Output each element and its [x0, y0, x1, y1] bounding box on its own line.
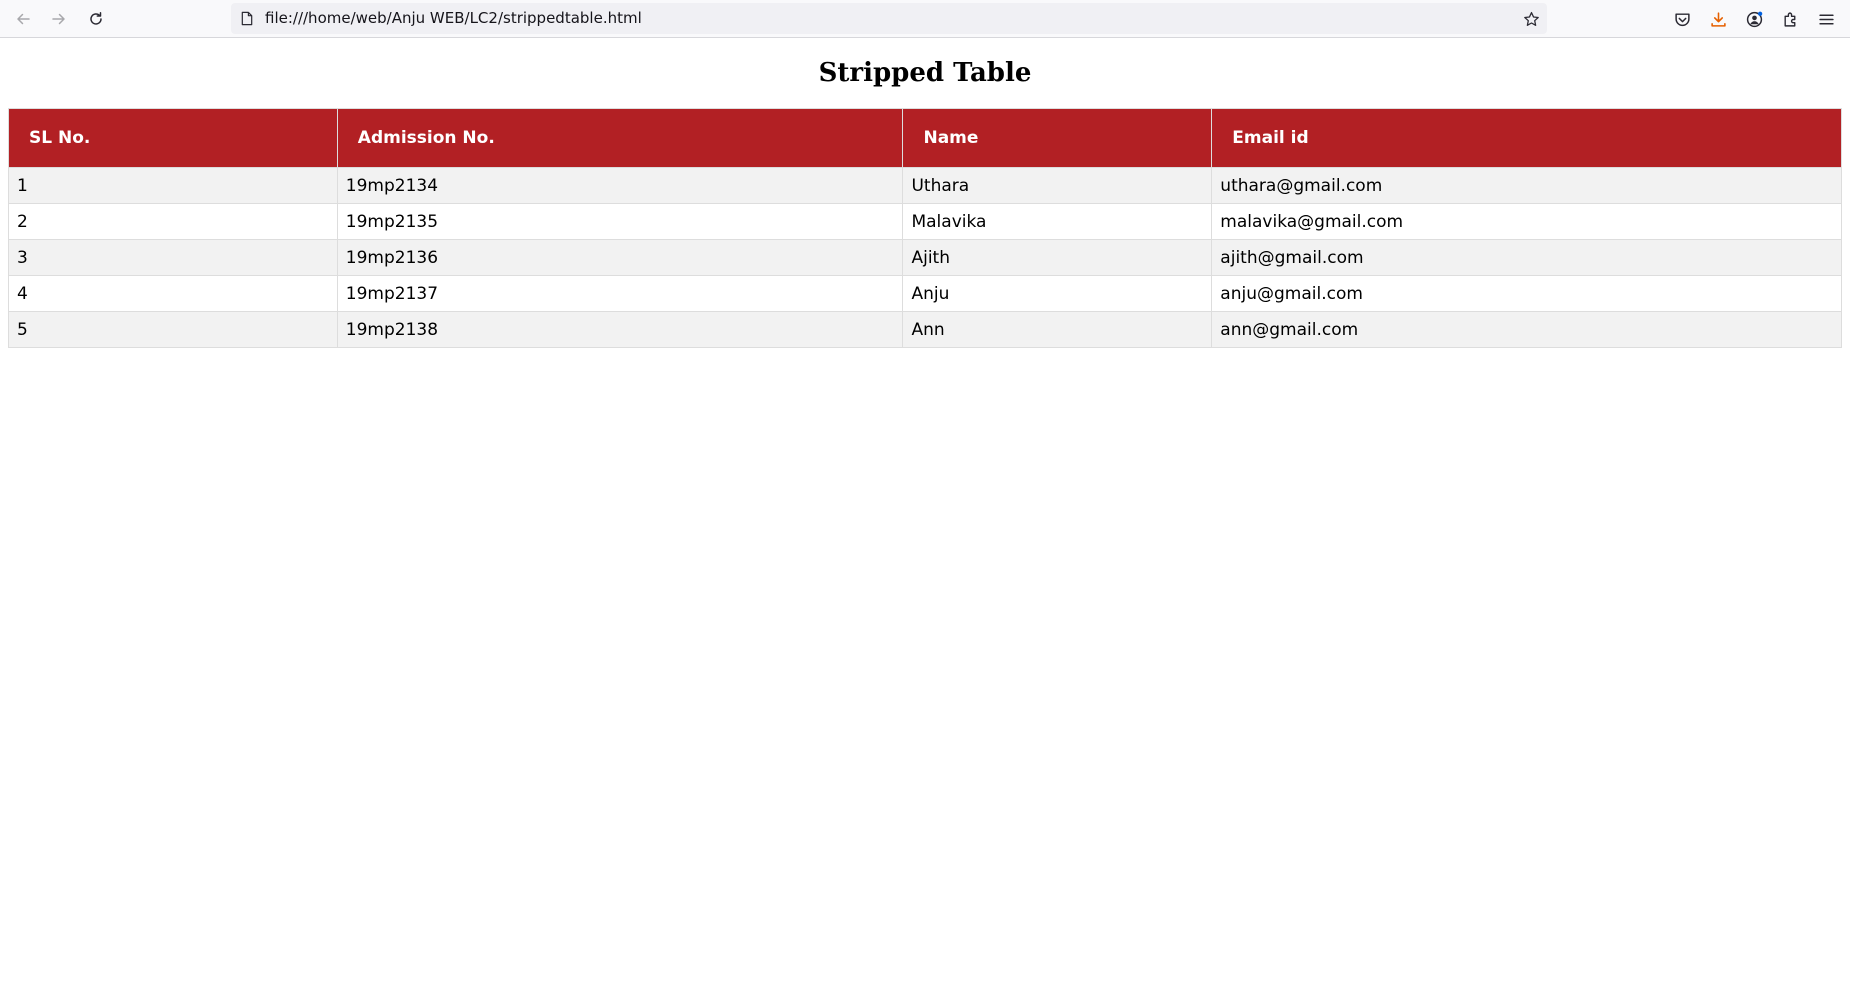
cell-sl-no: 4 [8, 275, 338, 312]
striped-table: SL No. Admission No. Name Email id 1 19m… [8, 108, 1842, 348]
column-header-name: Name [902, 108, 1213, 168]
url-text[interactable]: file:///home/web/Anju WEB/LC2/strippedta… [265, 3, 642, 34]
cell-email: ajith@gmail.com [1211, 239, 1842, 276]
cell-sl-no: 3 [8, 239, 338, 276]
cell-email: anju@gmail.com [1211, 275, 1842, 312]
back-button[interactable] [10, 6, 36, 32]
pocket-button[interactable] [1670, 7, 1694, 31]
column-header-sl-no: SL No. [8, 108, 338, 168]
account-icon [1746, 11, 1762, 27]
cell-admission-no: 19mp2135 [336, 203, 904, 240]
cell-admission-no: 19mp2136 [336, 239, 904, 276]
browser-toolbar: file:///home/web/Anju WEB/LC2/strippedta… [0, 0, 1850, 38]
cell-email: uthara@gmail.com [1211, 167, 1842, 204]
pocket-icon [1674, 12, 1690, 26]
table-row: 5 19mp2138 Ann ann@gmail.com [8, 311, 1842, 348]
forward-button[interactable] [46, 6, 72, 32]
account-button[interactable] [1742, 7, 1766, 31]
table-row: 1 19mp2134 Uthara uthara@gmail.com [8, 167, 1842, 204]
cell-admission-no: 19mp2134 [336, 167, 904, 204]
extensions-button[interactable] [1778, 7, 1802, 31]
cell-sl-no: 2 [8, 203, 338, 240]
puzzle-icon [1783, 12, 1795, 27]
table-header-row: SL No. Admission No. Name Email id [8, 108, 1842, 168]
hamburger-menu-icon [1818, 13, 1834, 25]
cell-name: Ajith [902, 239, 1213, 276]
page-content: Stripped Table SL No. Admission No. Name… [0, 38, 1850, 999]
downloads-button[interactable] [1706, 7, 1730, 31]
column-header-admission-no: Admission No. [336, 108, 904, 168]
table-row: 4 19mp2137 Anju anju@gmail.com [8, 275, 1842, 312]
table-row: 3 19mp2136 Ajith ajith@gmail.com [8, 239, 1842, 276]
menu-button[interactable] [1814, 7, 1838, 31]
cell-email: malavika@gmail.com [1211, 203, 1842, 240]
arrow-left-icon [17, 13, 30, 25]
cell-admission-no: 19mp2138 [336, 311, 904, 348]
reload-button[interactable] [83, 6, 109, 32]
star-icon [1523, 11, 1539, 26]
cell-sl-no: 5 [8, 311, 338, 348]
cell-admission-no: 19mp2137 [336, 275, 904, 312]
page-title: Stripped Table [818, 58, 1032, 88]
arrow-right-icon [52, 13, 65, 25]
cell-name: Uthara [902, 167, 1213, 204]
reload-icon [90, 12, 102, 25]
cell-sl-no: 1 [8, 167, 338, 204]
notification-dot [1757, 11, 1762, 16]
bookmark-button[interactable] [1521, 9, 1541, 29]
table-row: 2 19mp2135 Malavika malavika@gmail.com [8, 203, 1842, 240]
cell-email: ann@gmail.com [1211, 311, 1842, 348]
cell-name: Anju [902, 275, 1213, 312]
page-icon [241, 11, 253, 26]
cell-name: Ann [902, 311, 1213, 348]
column-header-email: Email id [1211, 108, 1842, 168]
download-icon [1710, 11, 1726, 27]
cell-name: Malavika [902, 203, 1213, 240]
url-bar[interactable]: file:///home/web/Anju WEB/LC2/strippedta… [231, 3, 1547, 34]
